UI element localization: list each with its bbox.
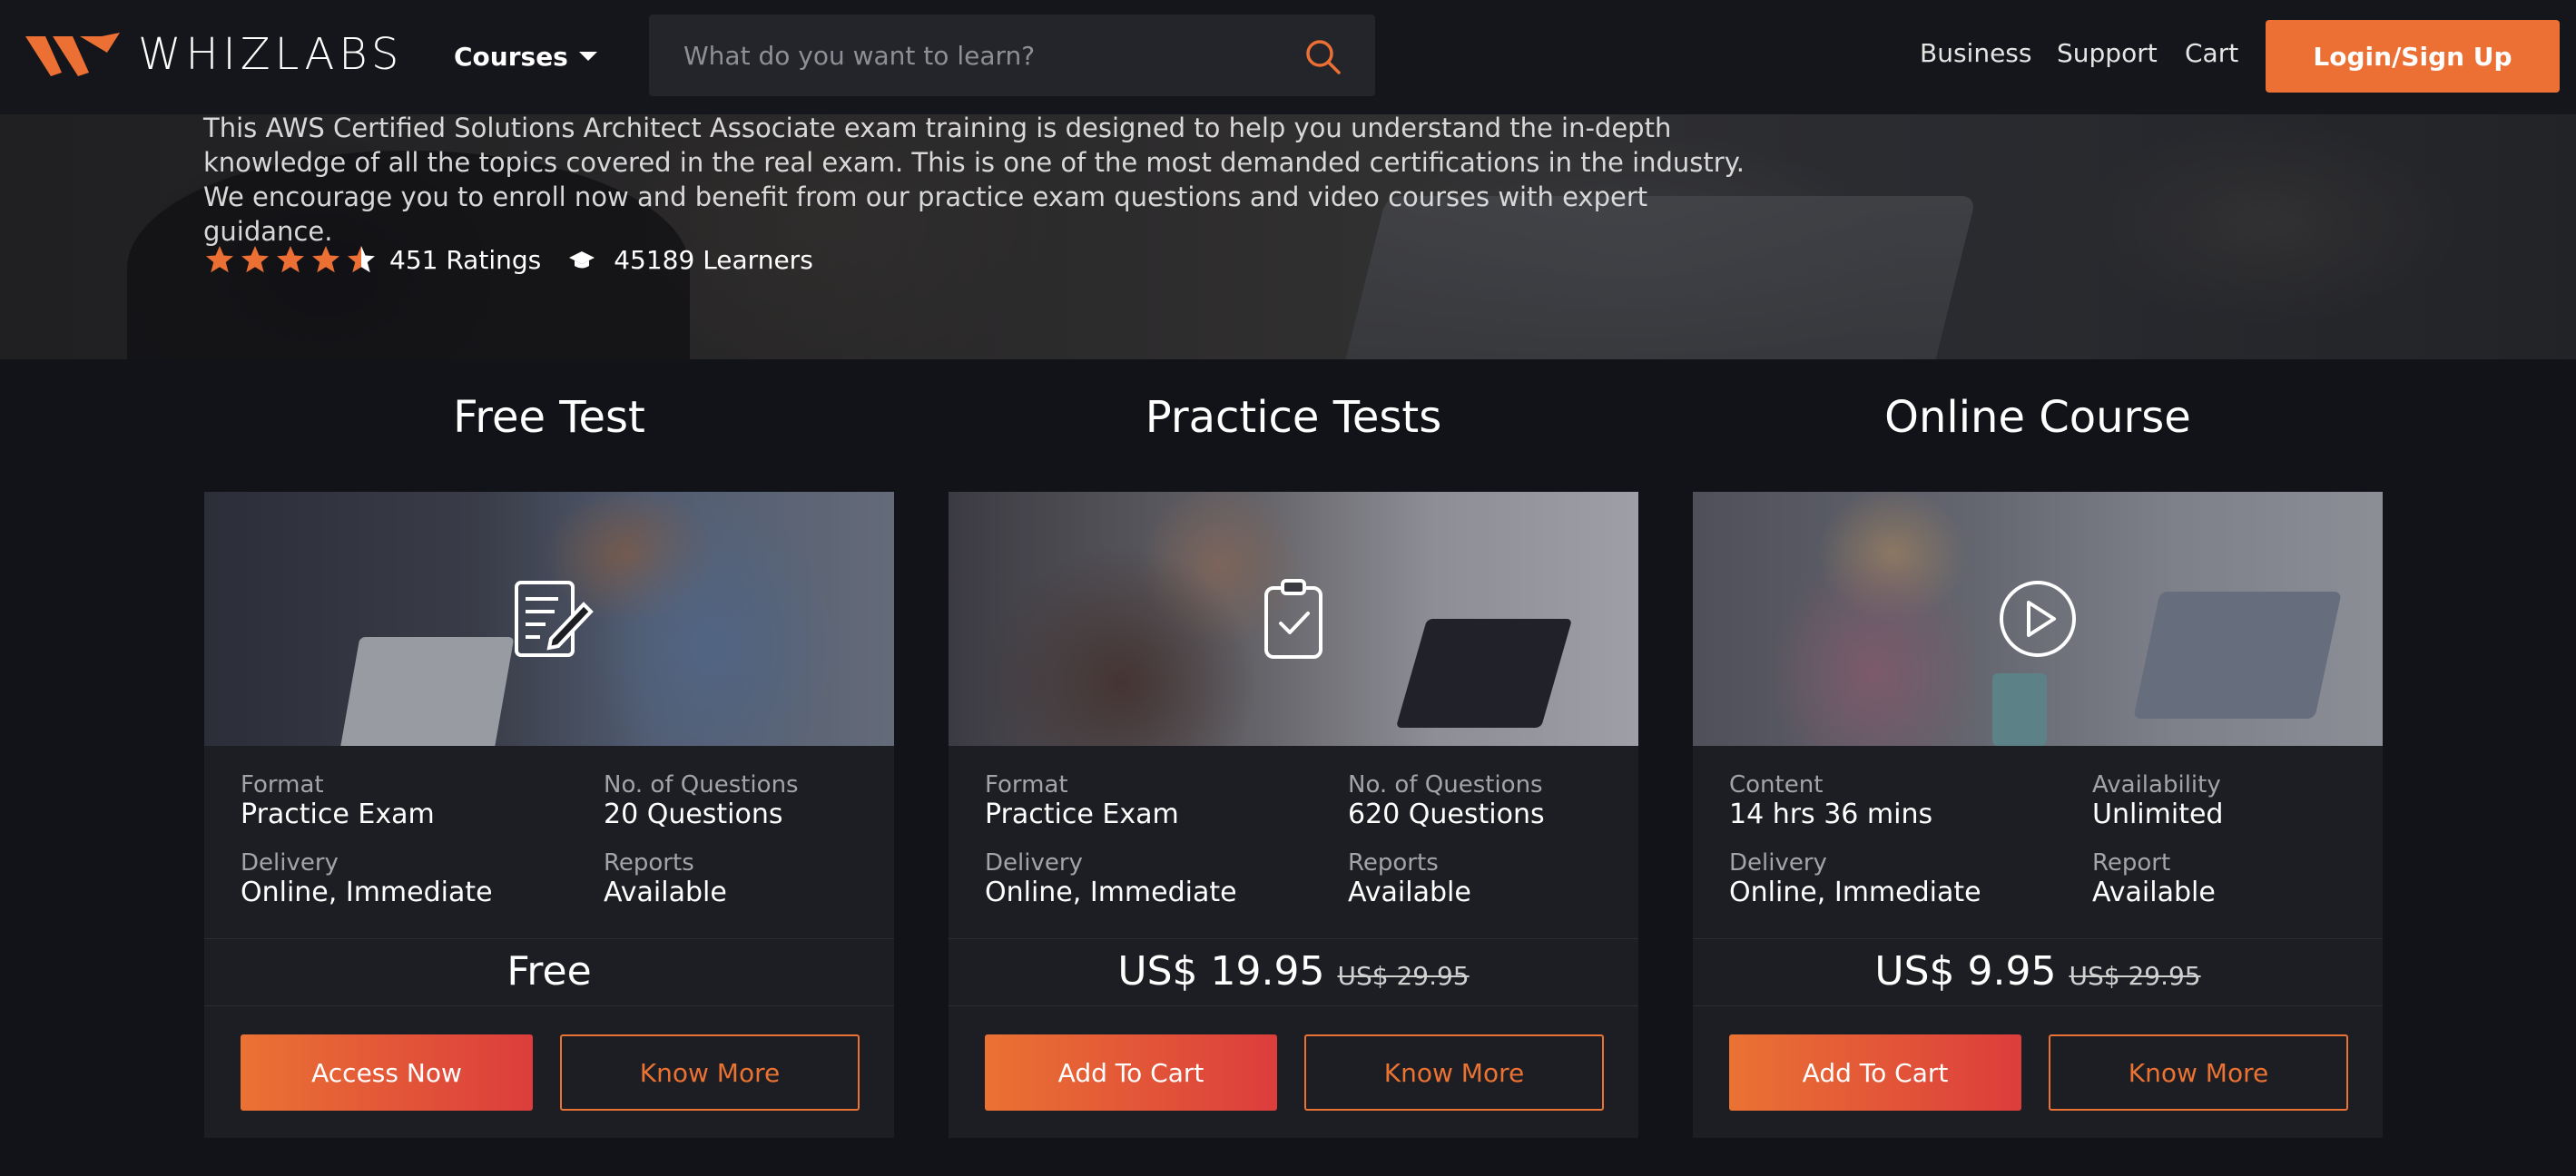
- spec-value: Online, Immediate: [985, 877, 1237, 908]
- nav-business-link[interactable]: Business: [1920, 38, 2031, 68]
- nav-cart-link[interactable]: Cart: [2185, 38, 2238, 68]
- spec-label: No. of Questions: [604, 771, 799, 799]
- learners-count: 45189 Learners: [614, 244, 813, 275]
- spec-label: Content: [1729, 771, 1824, 799]
- star-full-icon: [206, 246, 233, 273]
- spec-label: Delivery: [1729, 849, 1827, 877]
- price: US$ 9.95: [1874, 947, 2057, 995]
- price-row: US$ 9.95 US$ 29.95: [1693, 936, 2383, 1005]
- chevron-down-icon: [578, 52, 597, 61]
- online-course-card: Content 14 hrs 36 mins Availability Unli…: [1693, 492, 2383, 1138]
- online-course-title: Online Course: [1884, 392, 2191, 443]
- ratings-count: 451 Ratings: [389, 244, 542, 275]
- courses-dropdown[interactable]: Courses: [454, 36, 597, 76]
- spec-value: Online, Immediate: [241, 877, 493, 908]
- practice-tests-title: Practice Tests: [1145, 392, 1442, 443]
- spec-label: Availability: [2092, 771, 2221, 799]
- clipboard-check-icon: [1264, 579, 1322, 659]
- spec-value: Available: [1348, 877, 1471, 908]
- graduation-cap-icon: [569, 251, 595, 269]
- original-price: US$ 29.95: [2069, 960, 2201, 991]
- search-input[interactable]: [683, 34, 1264, 76]
- price: US$ 19.95: [1117, 947, 1325, 995]
- course-description: This AWS Certified Solutions Architect A…: [203, 114, 1745, 247]
- practice-tests-image: [949, 492, 1638, 746]
- price-row: US$ 19.95 US$ 29.95: [949, 936, 1638, 1005]
- spec-label: Format: [985, 771, 1068, 799]
- star-full-icon: [312, 246, 339, 273]
- spec-label: Reports: [604, 849, 694, 877]
- document-edit-icon: [515, 581, 594, 657]
- free-test-card: Format Practice Exam No. of Questions 20…: [204, 492, 894, 1138]
- play-circle-icon: [2000, 581, 2076, 657]
- spec-label: Delivery: [985, 849, 1083, 877]
- rating-row: 451 Ratings 45189 Learners: [203, 241, 813, 278]
- know-more-button[interactable]: Know More: [560, 1034, 860, 1111]
- practice-tests-card: Format Practice Exam No. of Questions 62…: [949, 492, 1638, 1138]
- price-row: Free: [204, 936, 894, 1005]
- spec-value: Practice Exam: [985, 799, 1179, 830]
- add-to-cart-button[interactable]: Add To Cart: [985, 1034, 1277, 1111]
- nav-support-link[interactable]: Support: [2057, 38, 2158, 68]
- spec-value: Unlimited: [2092, 799, 2224, 830]
- spec-label: Report: [2092, 849, 2171, 877]
- spec-label: Delivery: [241, 849, 339, 877]
- star-rating: [203, 243, 380, 276]
- online-course-image: [1693, 492, 2383, 746]
- add-to-cart-button[interactable]: Add To Cart: [1729, 1034, 2021, 1111]
- original-price: US$ 29.95: [1337, 960, 1470, 991]
- star-full-icon: [241, 246, 269, 273]
- spec-value: 620 Questions: [1348, 799, 1545, 830]
- spec-value: Available: [604, 877, 727, 908]
- know-more-button[interactable]: Know More: [1304, 1034, 1604, 1111]
- know-more-button[interactable]: Know More: [2049, 1034, 2348, 1111]
- search-icon[interactable]: [1303, 36, 1342, 76]
- spec-label: Reports: [1348, 849, 1439, 877]
- spec-value: Available: [2092, 877, 2216, 908]
- spec-label: No. of Questions: [1348, 771, 1543, 799]
- star-full-icon: [277, 246, 304, 273]
- price: Free: [506, 947, 592, 995]
- spec-value: Online, Immediate: [1729, 877, 1981, 908]
- login-signup-button[interactable]: Login/Sign Up: [2266, 20, 2560, 93]
- spec-value: 20 Questions: [604, 799, 783, 830]
- star-half-icon: [348, 246, 375, 273]
- spec-value: Practice Exam: [241, 799, 435, 830]
- courses-label: Courses: [454, 41, 568, 72]
- spec-value: 14 hrs 36 mins: [1729, 799, 1933, 830]
- spec-label: Format: [241, 771, 324, 799]
- free-test-title: Free Test: [453, 392, 645, 443]
- top-navbar: WHIZLABS Courses Business Support Cart L…: [0, 0, 2576, 114]
- logo-text: WHIZLABS: [138, 29, 404, 80]
- whizlabs-logo-icon: [25, 33, 120, 76]
- search-bar: [649, 15, 1375, 96]
- course-hero-banner: This AWS Certified Solutions Architect A…: [0, 114, 2576, 359]
- whizlabs-logo[interactable]: WHIZLABS: [25, 29, 403, 80]
- access-now-button[interactable]: Access Now: [241, 1034, 533, 1111]
- free-test-image: [204, 492, 894, 746]
